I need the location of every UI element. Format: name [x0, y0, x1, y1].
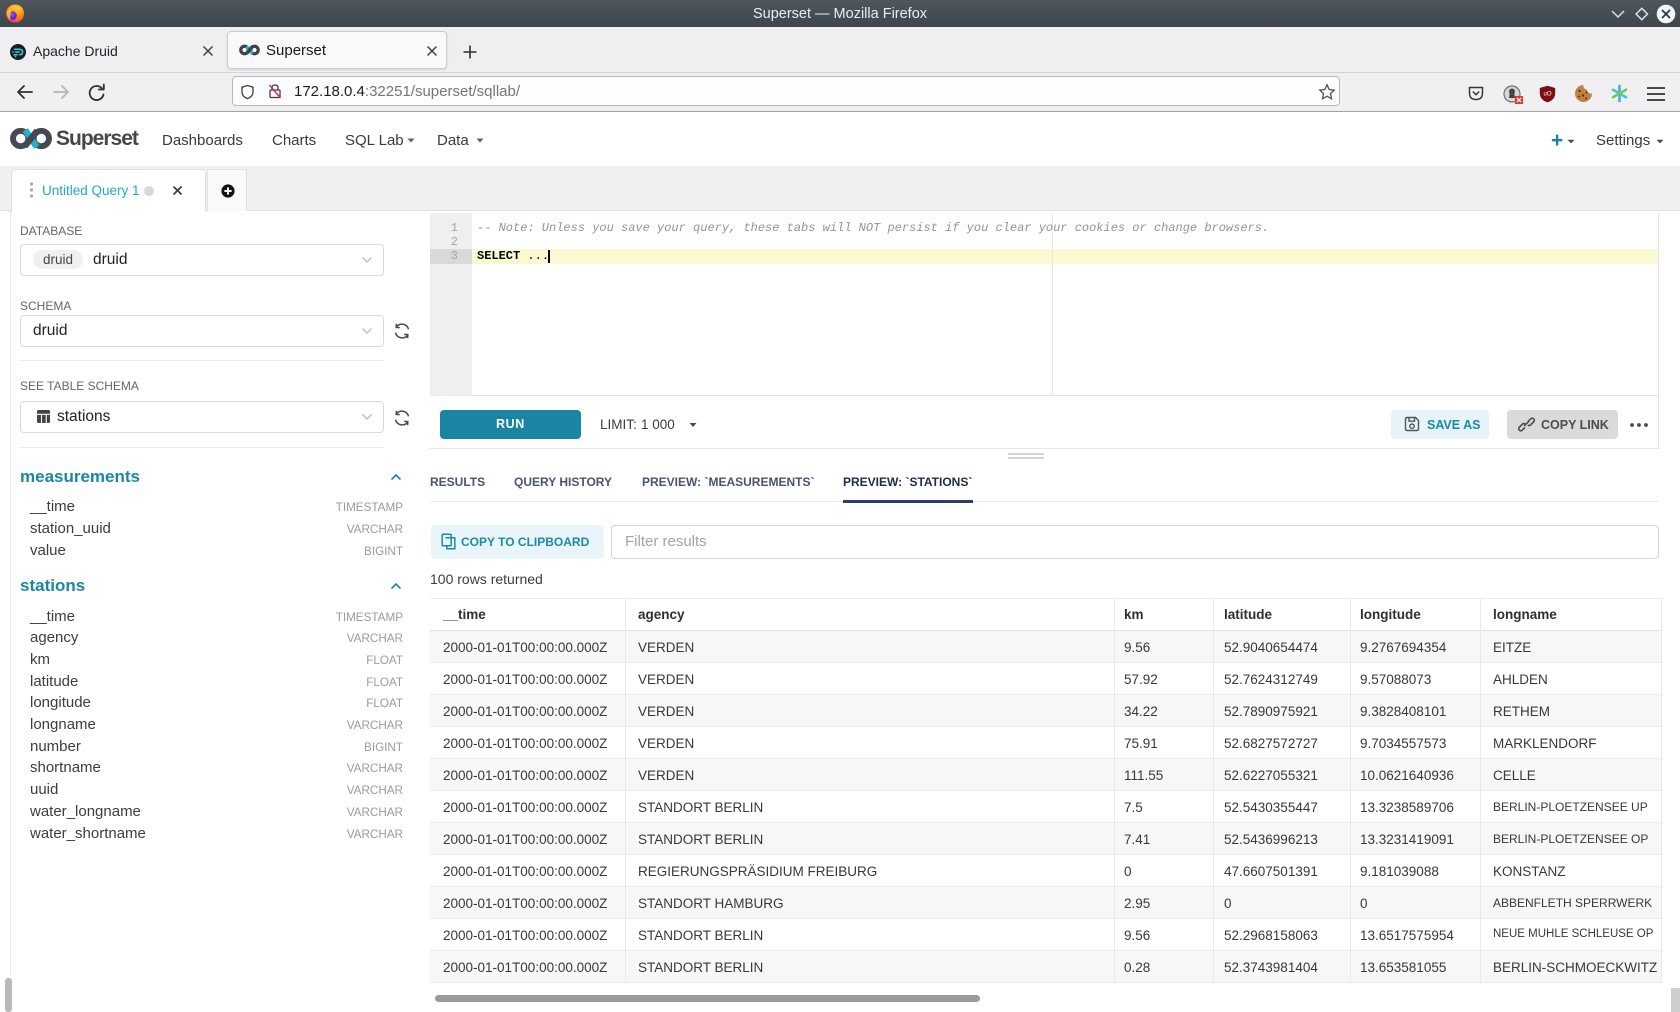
svg-text:uO: uO: [1543, 92, 1551, 98]
